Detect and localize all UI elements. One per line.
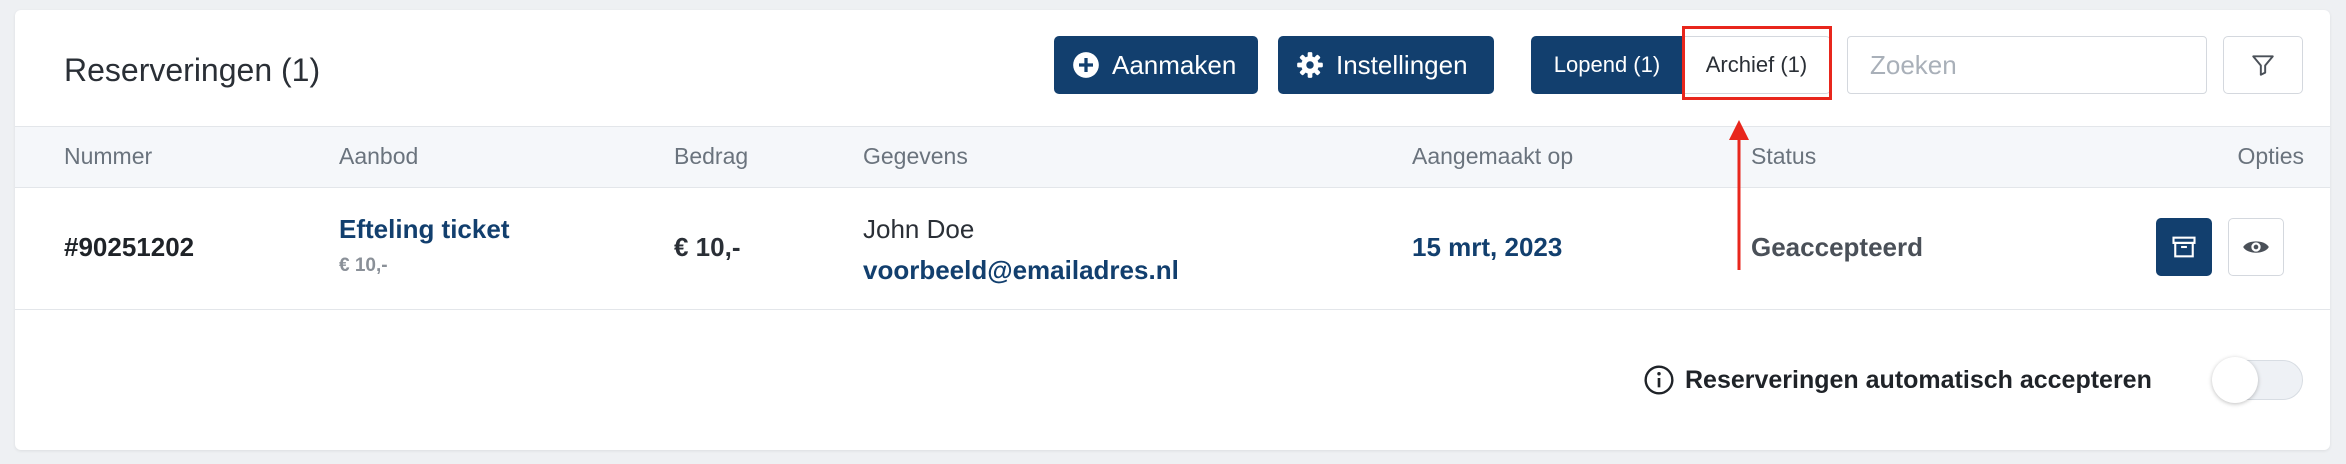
details-cell: John Doe voorbeeld@emailadres.nl xyxy=(863,214,1179,286)
info-icon xyxy=(1644,365,1674,395)
page-title: Reserveringen (1) xyxy=(64,52,321,88)
create-button-label: Aanmaken xyxy=(1112,49,1237,80)
customer-email-link[interactable]: voorbeeld@emailadres.nl xyxy=(863,255,1179,286)
column-created-at: Aangemaakt op xyxy=(1412,143,1574,169)
archive-icon xyxy=(2172,236,2196,258)
customer-name: John Doe xyxy=(863,214,975,244)
view-button[interactable] xyxy=(2228,218,2284,276)
card-header: Reserveringen (1) Aanmaken Instellingen … xyxy=(15,10,2330,126)
amount: € 10,- xyxy=(674,232,741,262)
create-button[interactable]: Aanmaken xyxy=(1054,36,1258,94)
column-amount: Bedrag xyxy=(674,143,749,169)
offer-cell: Efteling ticket € 10,- xyxy=(339,214,509,277)
gear-icon xyxy=(1297,52,1323,78)
table-row: #90251202 Efteling ticket € 10,- € 10,- … xyxy=(15,188,2330,310)
archive-button[interactable] xyxy=(2156,218,2212,276)
column-number: Nummer xyxy=(64,143,153,169)
annotation-arrow xyxy=(1729,120,1749,270)
offer-price: € 10,- xyxy=(339,255,388,276)
created-at-date: 15 mrt, 2023 xyxy=(1412,232,1563,262)
toggle-knob xyxy=(2212,357,2258,403)
column-offer: Aanbod xyxy=(339,143,419,169)
search-input[interactable] xyxy=(1847,36,2207,94)
reservation-number: #90251202 xyxy=(64,232,195,262)
auto-accept-toggle[interactable] xyxy=(2212,357,2303,403)
status-text: Geaccepteerd xyxy=(1751,232,1923,262)
filter-button[interactable] xyxy=(2223,36,2303,94)
offer-link[interactable]: Efteling ticket xyxy=(339,214,509,245)
tab-running[interactable]: Lopend (1) xyxy=(1531,36,1683,94)
column-status: Status xyxy=(1751,143,1817,169)
filter-icon xyxy=(2252,55,2274,76)
column-details: Gegevens xyxy=(863,143,968,169)
highlight-annotation-box xyxy=(1682,26,1832,100)
plus-circle-icon xyxy=(1073,52,1099,78)
eye-icon xyxy=(2243,241,2269,253)
column-options: Opties xyxy=(2237,143,2304,169)
settings-button[interactable]: Instellingen xyxy=(1278,36,1494,94)
auto-accept-label: Reserveringen automatisch accepteren xyxy=(1685,366,2152,394)
reservations-card: Reserveringen (1) Aanmaken Instellingen … xyxy=(15,10,2330,450)
table-header: Nummer Aanbod Bedrag Gegevens Aangemaakt… xyxy=(15,126,2330,188)
settings-button-label: Instellingen xyxy=(1336,49,1468,80)
